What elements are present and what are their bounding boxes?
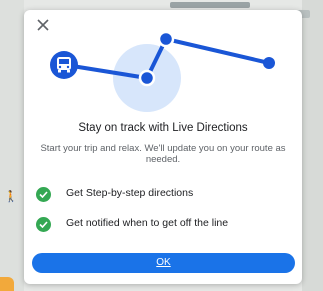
check-circle-icon xyxy=(36,217,51,232)
background-orange-badge xyxy=(0,277,14,291)
live-directions-dialog: Stay on track with Live Directions Start… xyxy=(24,10,302,284)
check-circle-icon xyxy=(36,187,51,202)
route-illustration xyxy=(50,30,275,112)
dialog-description: Start your trip and relax. We'll update … xyxy=(40,143,286,165)
feature-label: Get notified when to get off the line xyxy=(66,217,229,229)
background-left-panel xyxy=(0,0,24,291)
feature-label: Get Step-by-step directions xyxy=(66,187,194,199)
route-stop-start xyxy=(138,69,156,87)
bus-icon xyxy=(50,51,78,79)
close-icon xyxy=(37,19,49,31)
walking-person-icon: 🚶 xyxy=(4,191,18,203)
background-right-panel xyxy=(302,0,323,291)
ok-button[interactable]: OK xyxy=(32,253,295,273)
dialog-title: Stay on track with Live Directions xyxy=(78,122,248,134)
route-stop-end xyxy=(263,57,275,69)
background-top-bar xyxy=(170,2,250,8)
route-stop-middle xyxy=(157,30,175,48)
close-button[interactable] xyxy=(34,16,52,34)
